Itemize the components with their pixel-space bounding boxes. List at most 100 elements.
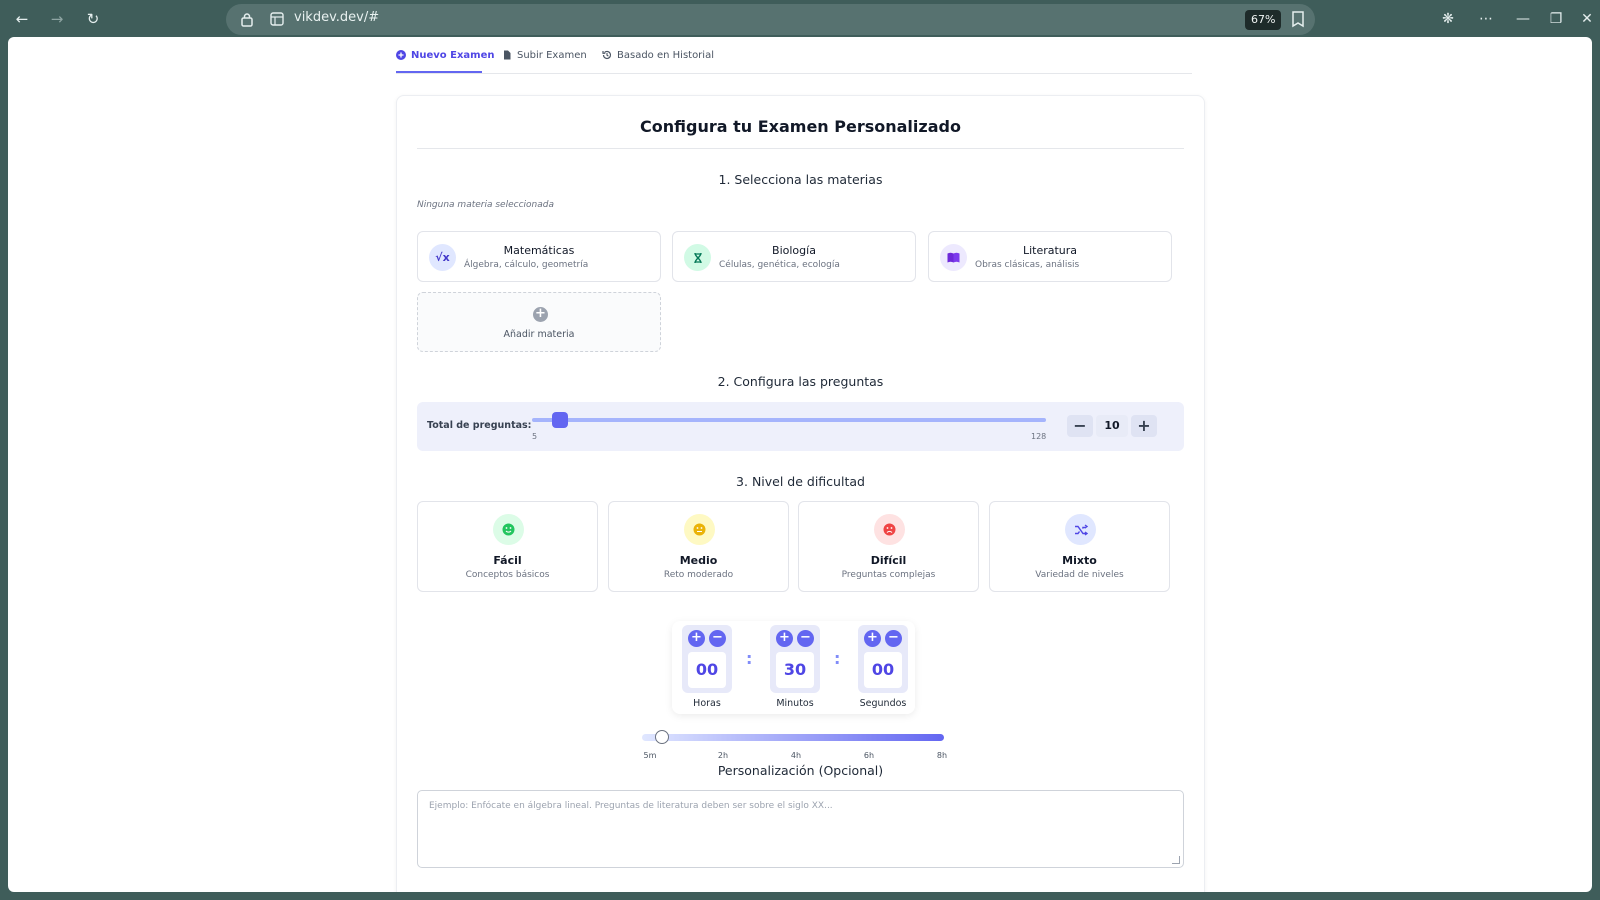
duration-slider-thumb[interactable]	[655, 730, 669, 744]
subject-name: Biología	[772, 244, 816, 257]
back-icon[interactable]: ←	[12, 9, 32, 29]
subjects-hint: Ninguna materia seleccionada	[417, 200, 554, 210]
questions-decrement-button[interactable]: −	[1067, 415, 1093, 437]
minutes-label: Minutos	[776, 698, 814, 709]
exam-config-card: Configura tu Examen Personalizado 1. Sel…	[396, 95, 1205, 892]
file-icon	[504, 50, 511, 60]
zoom-badge[interactable]: 67%	[1245, 10, 1282, 30]
difficulty-name: Mixto	[1062, 554, 1097, 567]
browser-toolbar: ← → ↻ vikdev.dev/# 67% ❋ ⋯ — ❐ ✕	[0, 0, 1600, 37]
extensions-icon[interactable]: ❋	[1438, 9, 1458, 29]
minimize-icon[interactable]: —	[1513, 9, 1533, 29]
difficulty-name: Medio	[679, 554, 718, 567]
hours-label: Horas	[693, 698, 721, 709]
seconds-label: Segundos	[859, 698, 907, 709]
difficulty-desc: Reto moderado	[663, 570, 734, 580]
subject-name: Matemáticas	[503, 244, 575, 257]
forward-icon[interactable]: →	[47, 9, 67, 29]
reload-icon[interactable]: ↻	[83, 9, 103, 29]
minutes-increment-button[interactable]: +	[776, 630, 793, 647]
subject-desc: Álgebra, cálculo, geometría	[464, 260, 589, 270]
seconds-decrement-button[interactable]: −	[885, 630, 902, 647]
section-title-difficulty: 3. Nivel de dificultad	[736, 474, 865, 489]
questions-value[interactable]: 10	[1096, 415, 1128, 437]
timer-separator: :	[746, 649, 753, 668]
duration-tick: 6h	[863, 751, 875, 760]
questions-slider-thumb[interactable]	[552, 412, 569, 428]
section-title-subjects: 1. Selecciona las materias	[718, 172, 883, 187]
questions-label: Total de preguntas:	[427, 420, 532, 431]
add-subject-button[interactable]: + Añadir materia	[417, 292, 661, 352]
tab-nuevo-examen[interactable]: Nuevo Examen	[396, 47, 495, 63]
subject-card-literatura[interactable]: Literatura Obras clásicas, análisis	[928, 231, 1172, 282]
timer-hours: + − 00	[682, 625, 732, 693]
difficulty-desc: Preguntas complejas	[841, 570, 936, 580]
subject-name: Literatura	[1022, 244, 1078, 257]
difficulty-name: Difícil	[870, 554, 907, 567]
difficulty-desc: Conceptos básicos	[465, 570, 550, 580]
difficulty-name: Fácil	[493, 554, 522, 567]
timer-separator: :	[834, 649, 841, 668]
duration-tick: 5m	[643, 751, 657, 760]
neutral-face-icon	[684, 514, 715, 545]
hours-increment-button[interactable]: +	[688, 630, 705, 647]
textarea-placeholder: Ejemplo: Enfócate en álgebra lineal. Pre…	[429, 801, 833, 811]
reading-mode-icon[interactable]	[1290, 10, 1306, 28]
shuffle-icon	[1065, 514, 1096, 545]
add-subject-label: Añadir materia	[503, 329, 575, 340]
close-icon[interactable]: ✕	[1577, 9, 1597, 29]
duration-tick: 8h	[936, 751, 948, 760]
difficulty-facil[interactable]: Fácil Conceptos básicos	[417, 501, 598, 592]
timer-panel: + − 00 : + − 30 : + − 00 Horas Minutos S…	[672, 621, 915, 714]
section-title-questions: 2. Configura las preguntas	[717, 374, 884, 389]
more-menu-icon[interactable]: ⋯	[1476, 9, 1496, 29]
title-divider	[417, 148, 1184, 149]
questions-panel: Total de preguntas: 5 128 − 10 +	[417, 402, 1184, 451]
subject-card-biologia[interactable]: Biología Células, genética, ecología	[672, 231, 916, 282]
url-text[interactable]: vikdev.dev/#	[294, 10, 379, 25]
tab-bar: Nuevo Examen Subir Examen Basado en Hist…	[396, 37, 1192, 74]
history-icon	[602, 50, 612, 60]
questions-min: 5	[532, 432, 538, 441]
questions-increment-button[interactable]: +	[1131, 415, 1157, 437]
subject-card-matematicas[interactable]: √x Matemáticas Álgebra, cálculo, geometr…	[417, 231, 661, 282]
seconds-increment-button[interactable]: +	[864, 630, 881, 647]
tab-label: Basado en Historial	[617, 49, 714, 61]
questions-max: 128	[1031, 432, 1047, 441]
plus-circle-icon	[396, 50, 406, 60]
difficulty-medio[interactable]: Medio Reto moderado	[608, 501, 789, 592]
tab-basado-en-historial[interactable]: Basado en Historial	[602, 47, 714, 63]
duration-tick: 4h	[790, 751, 802, 760]
timer-minutes: + − 30	[770, 625, 820, 693]
tab-subir-examen[interactable]: Subir Examen	[502, 47, 587, 63]
active-tab-indicator	[396, 71, 482, 73]
timer-seconds: + − 00	[858, 625, 908, 693]
resize-handle[interactable]	[1172, 856, 1180, 864]
difficulty-mixto[interactable]: Mixto Variedad de niveles	[989, 501, 1170, 592]
difficulty-dificil[interactable]: Difícil Preguntas complejas	[798, 501, 979, 592]
lock-icon	[241, 13, 253, 27]
tab-label: Subir Examen	[517, 49, 587, 61]
site-info-icon[interactable]	[270, 12, 284, 26]
seconds-value[interactable]: 00	[864, 652, 902, 688]
page-viewport: Nuevo Examen Subir Examen Basado en Hist…	[8, 37, 1592, 892]
hours-decrement-button[interactable]: −	[709, 630, 726, 647]
difficulty-desc: Variedad de niveles	[1035, 570, 1124, 580]
sad-face-icon	[874, 514, 905, 545]
plus-circle-icon: +	[533, 307, 548, 322]
duration-slider-track[interactable]	[642, 734, 944, 741]
minutes-value[interactable]: 30	[776, 652, 814, 688]
smile-icon	[493, 514, 524, 545]
restore-icon[interactable]: ❐	[1546, 9, 1566, 29]
subject-desc: Células, genética, ecología	[719, 260, 840, 270]
subject-desc: Obras clásicas, análisis	[975, 260, 1080, 270]
questions-slider-track[interactable]	[532, 418, 1046, 422]
minutes-decrement-button[interactable]: −	[797, 630, 814, 647]
page-title: Configura tu Examen Personalizado	[640, 117, 961, 136]
custom-instructions-textarea[interactable]: Ejemplo: Enfócate en álgebra lineal. Pre…	[417, 790, 1184, 868]
tab-label: Nuevo Examen	[411, 49, 495, 61]
duration-tick: 2h	[717, 751, 729, 760]
address-bar[interactable]: vikdev.dev/#	[226, 4, 1315, 35]
section-title-custom: Personalización (Opcional)	[717, 763, 884, 778]
hours-value[interactable]: 00	[688, 652, 726, 688]
